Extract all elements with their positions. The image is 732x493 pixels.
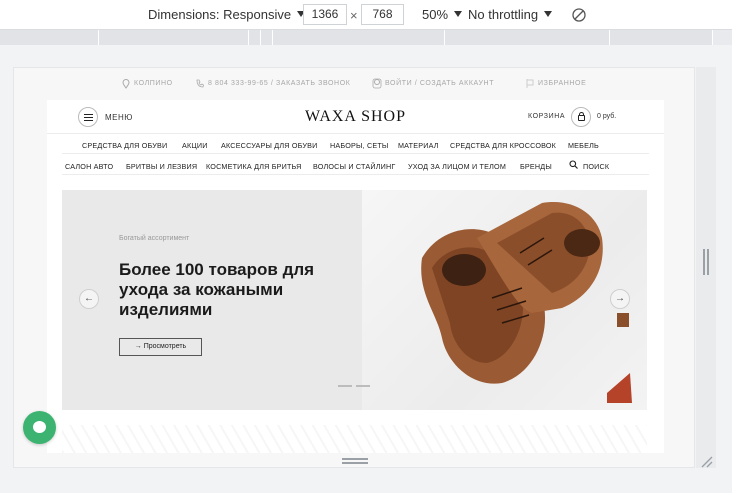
dimensions-label: Dimensions: Responsive [148,7,292,22]
slider-next-arrow-icon[interactable]: → [610,289,630,309]
nav-item-shoe-accessories[interactable]: АКСЕССУАРЫ ДЛЯ ОБУВИ [221,141,318,150]
nav-item-sneaker-care[interactable]: СРЕДСТВА ДЛЯ КРОССОВОК [450,141,556,150]
chat-bubble-icon [33,421,46,433]
rotate-icon[interactable] [571,7,587,23]
nav-item-face-body[interactable]: УХОД ЗА ЛИЦОМ И ТЕЛОМ [408,162,506,171]
zoom-dropdown[interactable]: 50% [422,7,463,22]
cart-icon[interactable] [571,107,591,127]
nav-item-car-salon[interactable]: САЛОН АВТО [65,162,113,171]
nav-item-hair-styling[interactable]: ВОЛОСЫ И СТАЙЛИНГ [313,162,396,171]
nav-item-search[interactable]: ПОИСК [583,162,609,171]
utility-bar: КОЛПИНО 8 804 333-99-65 / ЗАКАЗАТЬ ЗВОНО… [14,68,696,100]
cart-total: 0 руб. [597,113,617,120]
favorites-icon [526,79,534,88]
location-link[interactable]: КОЛПИНО [134,80,173,87]
hero-eyebrow: Богатый ассортимент [119,235,190,242]
search-icon[interactable] [569,160,578,169]
category-nav-row-1: СРЕДСТВА ДЛЯ ОБУВИ АКЦИИ АКСЕССУАРЫ ДЛЯ … [62,134,649,154]
chevron-down-icon [544,11,553,17]
slider-dot[interactable] [356,385,370,387]
times-sign: × [350,8,358,23]
width-input[interactable]: 1366 [303,4,347,25]
resize-handle-right[interactable] [703,249,709,275]
boots-image [421,202,632,403]
dimensions-dropdown[interactable]: Dimensions: Responsive [148,7,306,22]
chevron-down-icon [454,11,463,17]
chat-button[interactable] [23,411,56,444]
device-viewport: КОЛПИНО 8 804 333-99-65 / ЗАКАЗАТЬ ЗВОНО… [13,67,695,468]
nav-item-razors[interactable]: БРИТВЫ И ЛЕЗВИЯ [126,162,197,171]
nav-item-shaving-cosmetics[interactable]: КОСМЕТИКА ДЛЯ БРИТЬЯ [206,162,302,171]
hero-slider: Богатый ассортимент Более 100 товаров дл… [62,190,647,410]
nav-item-brands[interactable]: БРЕНДЫ [520,162,552,171]
favorites-link[interactable]: ИЗБРАННОЕ [538,80,586,87]
nav-item-material[interactable]: МАТЕРИАЛ [398,141,439,150]
location-pin-icon [122,79,130,89]
phone-icon [196,79,204,88]
cart-label[interactable]: КОРЗИНА [528,113,565,120]
view-button[interactable]: → Просмотреть [119,338,202,356]
nav-item-shoe-care[interactable]: СРЕДСТВА ДЛЯ ОБУВИ [82,141,167,150]
phone-link[interactable]: 8 804 333-99-65 / ЗАКАЗАТЬ ЗВОНОК [208,80,350,87]
nav-item-sales[interactable]: АКЦИИ [182,141,208,150]
user-icon [372,78,382,89]
resize-handle-bottom[interactable] [342,458,368,464]
zoom-label: 50% [422,7,449,22]
resize-corner-icon[interactable] [699,454,713,468]
category-nav-row-2: САЛОН АВТО БРИТВЫ И ЛЕЗВИЯ КОСМЕТИКА ДЛЯ… [62,155,649,175]
hero-headline: Более 100 товаров для ухода за кожаными … [119,260,315,319]
height-input[interactable]: 768 [361,4,404,25]
site-header: МЕНЮ WAXA SHOP КОРЗИНА 0 руб. [47,100,664,134]
decorative-pattern [62,425,647,453]
throttling-label: No throttling [468,7,539,22]
device-toolbar: Dimensions: Responsive 1366 × 768 50% No… [0,0,732,30]
slider-prev-arrow-icon[interactable]: ← [79,289,99,309]
media-query-ruler[interactable] [0,30,732,45]
nav-item-furniture[interactable]: МЕБЕЛЬ [568,141,599,150]
throttling-dropdown[interactable]: No throttling [468,7,553,22]
slider-dot[interactable] [338,385,352,387]
nav-item-sets[interactable]: НАБОРЫ, СЕТЫ [330,141,389,150]
shop-page: МЕНЮ WAXA SHOP КОРЗИНА 0 руб. СРЕДСТВА Д… [47,100,664,453]
account-link[interactable]: ВОЙТИ / СОЗДАТЬ АККАУНТ [385,80,494,87]
